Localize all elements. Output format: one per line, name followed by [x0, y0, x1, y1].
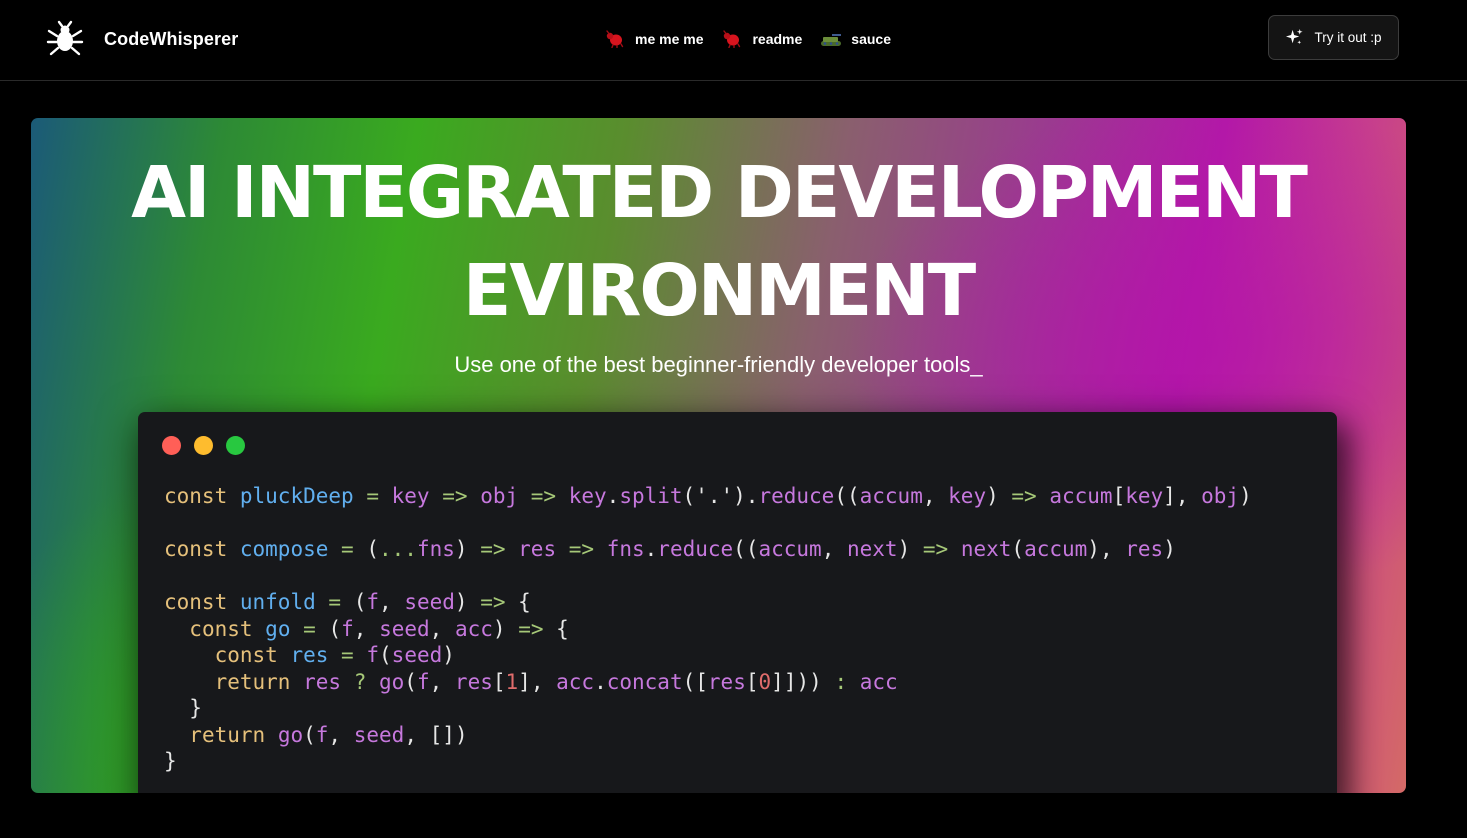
- close-dot[interactable]: [162, 436, 181, 455]
- nav-link-sauce[interactable]: sauce: [820, 30, 891, 48]
- code-line: const go = (f, seed, acc) => {: [189, 616, 569, 641]
- bug-icon: [46, 20, 84, 56]
- minimize-dot[interactable]: [194, 436, 213, 455]
- nav-link-label: me me me: [635, 31, 704, 47]
- code-preview-window: const pluckDeep = key => obj => key.spli…: [138, 412, 1337, 793]
- try-it-out-button[interactable]: Try it out :p: [1268, 15, 1399, 60]
- nav-link-label: sauce: [851, 31, 891, 47]
- top-navbar: CodeWhisperer me me me readme sauce Try …: [0, 0, 1467, 81]
- nav-link-me-me-me[interactable]: me me me: [604, 30, 703, 48]
- brand-name: CodeWhisperer: [104, 28, 239, 49]
- code-line: return res ? go(f, res[1], acc.concat([r…: [214, 669, 898, 694]
- green-tank-icon: [821, 34, 842, 46]
- code-block: const pluckDeep = key => obj => key.spli…: [164, 483, 1252, 775]
- maximize-dot[interactable]: [226, 436, 245, 455]
- hero-title-line-1: AI INTEGRATED DEVELOPMENT: [131, 151, 1308, 234]
- red-bug-icon: [606, 30, 624, 48]
- red-bug-icon: [723, 30, 741, 48]
- hero-title: AI INTEGRATED DEVELOPMENT EVIRONMENT: [31, 144, 1406, 340]
- window-controls: [162, 436, 245, 455]
- hero-title-line-2: EVIRONMENT: [462, 249, 976, 332]
- code-line: const unfold = (f, seed) => {: [164, 590, 531, 614]
- code-line: }: [189, 696, 202, 720]
- nav-links: me me me readme sauce: [604, 28, 891, 50]
- nav-link-readme[interactable]: readme: [721, 30, 802, 48]
- code-line: }: [164, 749, 177, 773]
- hero-banner: AI INTEGRATED DEVELOPMENT EVIRONMENT Use…: [31, 118, 1406, 793]
- nav-link-label: readme: [752, 31, 803, 47]
- code-line: const res = f(seed): [214, 643, 455, 667]
- code-line: return go(f, seed, []): [189, 722, 468, 747]
- code-line: const pluckDeep = key => obj => key.spli…: [164, 484, 1252, 508]
- brand[interactable]: CodeWhisperer: [46, 20, 238, 58]
- sparkle-icon: [1286, 28, 1304, 45]
- try-it-out-label: Try it out :p: [1314, 30, 1382, 45]
- code-line: const compose = (...fns) => res => fns.r…: [164, 537, 1176, 561]
- hero-subtitle: Use one of the best beginner-friendly de…: [454, 352, 983, 377]
